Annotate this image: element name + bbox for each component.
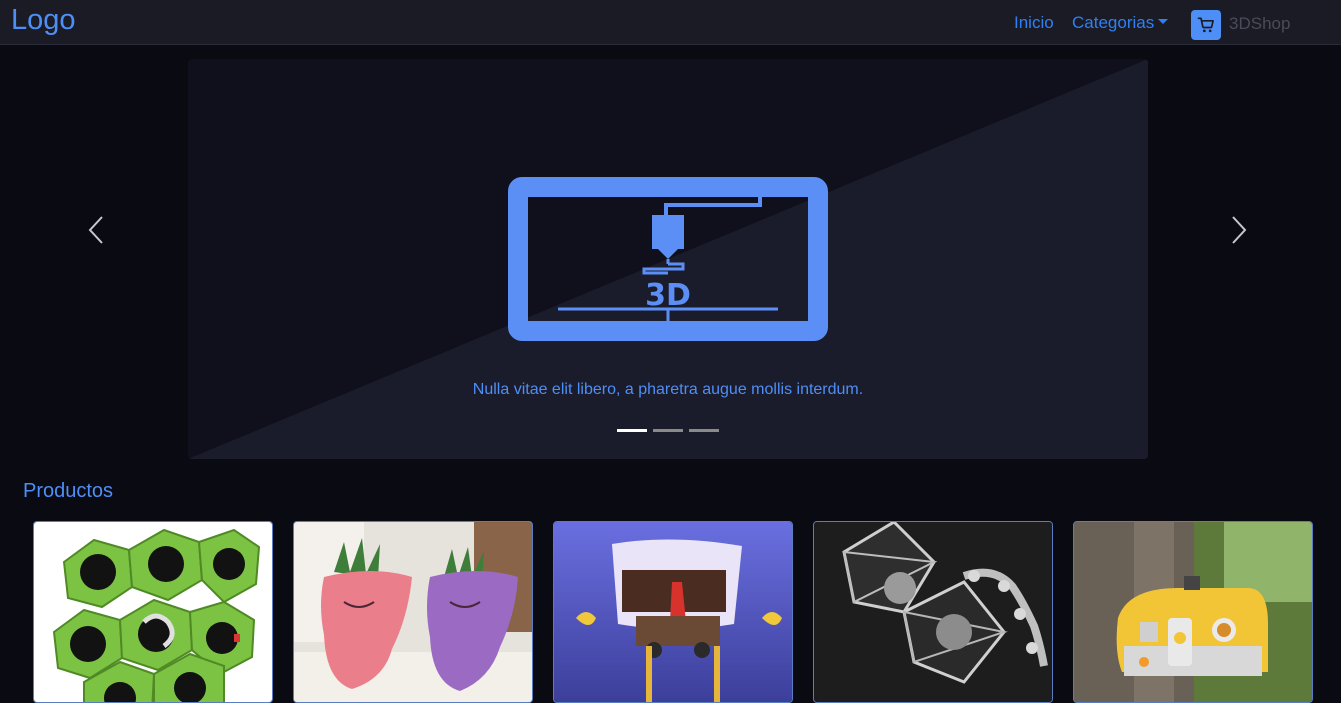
- product-image-face-planters: [294, 522, 532, 702]
- carousel-caption: Nulla vitae elit libero, a pharetra augu…: [472, 381, 864, 398]
- chevron-right-icon: [1232, 216, 1247, 244]
- carousel-indicator-2[interactable]: [653, 429, 683, 432]
- product-image-tie-fighter: [814, 522, 1052, 702]
- product-card-2[interactable]: [293, 521, 533, 703]
- product-card-3[interactable]: [553, 521, 793, 703]
- brand-name[interactable]: 3DShop: [1229, 14, 1290, 34]
- product-card-5[interactable]: [1073, 521, 1313, 703]
- carousel-indicator-3[interactable]: [689, 429, 719, 432]
- nav-link-inicio[interactable]: Inicio: [1014, 13, 1054, 33]
- products-heading: Productos: [23, 480, 114, 502]
- product-image-character-box: [554, 522, 792, 702]
- navbar: Logo Inicio Categorias 3DShop: [0, 0, 1341, 45]
- carousel-indicators: [617, 429, 719, 432]
- carousel-next-button[interactable]: [1228, 214, 1248, 246]
- product-card-4[interactable]: [813, 521, 1053, 703]
- nav-dropdown-categorias[interactable]: Categorias: [1072, 13, 1169, 33]
- carousel: 3D Nulla vitae elit libero, a pharetra a…: [188, 59, 1148, 459]
- product-image-caravan-birdhouse: [1074, 522, 1312, 702]
- cart-button[interactable]: [1191, 10, 1221, 40]
- product-card-1[interactable]: [33, 521, 273, 703]
- chevron-left-icon: [88, 216, 103, 244]
- carousel-prev-button[interactable]: [87, 214, 107, 246]
- 3d-printer-logo: 3D: [508, 177, 828, 341]
- logo-link[interactable]: Logo: [11, 4, 76, 37]
- carousel-indicator-1[interactable]: [617, 429, 647, 432]
- nav-dropdown-categorias-label: Categorias: [1072, 13, 1155, 32]
- shopping-cart-icon: [1197, 17, 1214, 33]
- caret-down-icon: [1158, 19, 1169, 25]
- product-image-hexagon-organizer: [34, 522, 272, 702]
